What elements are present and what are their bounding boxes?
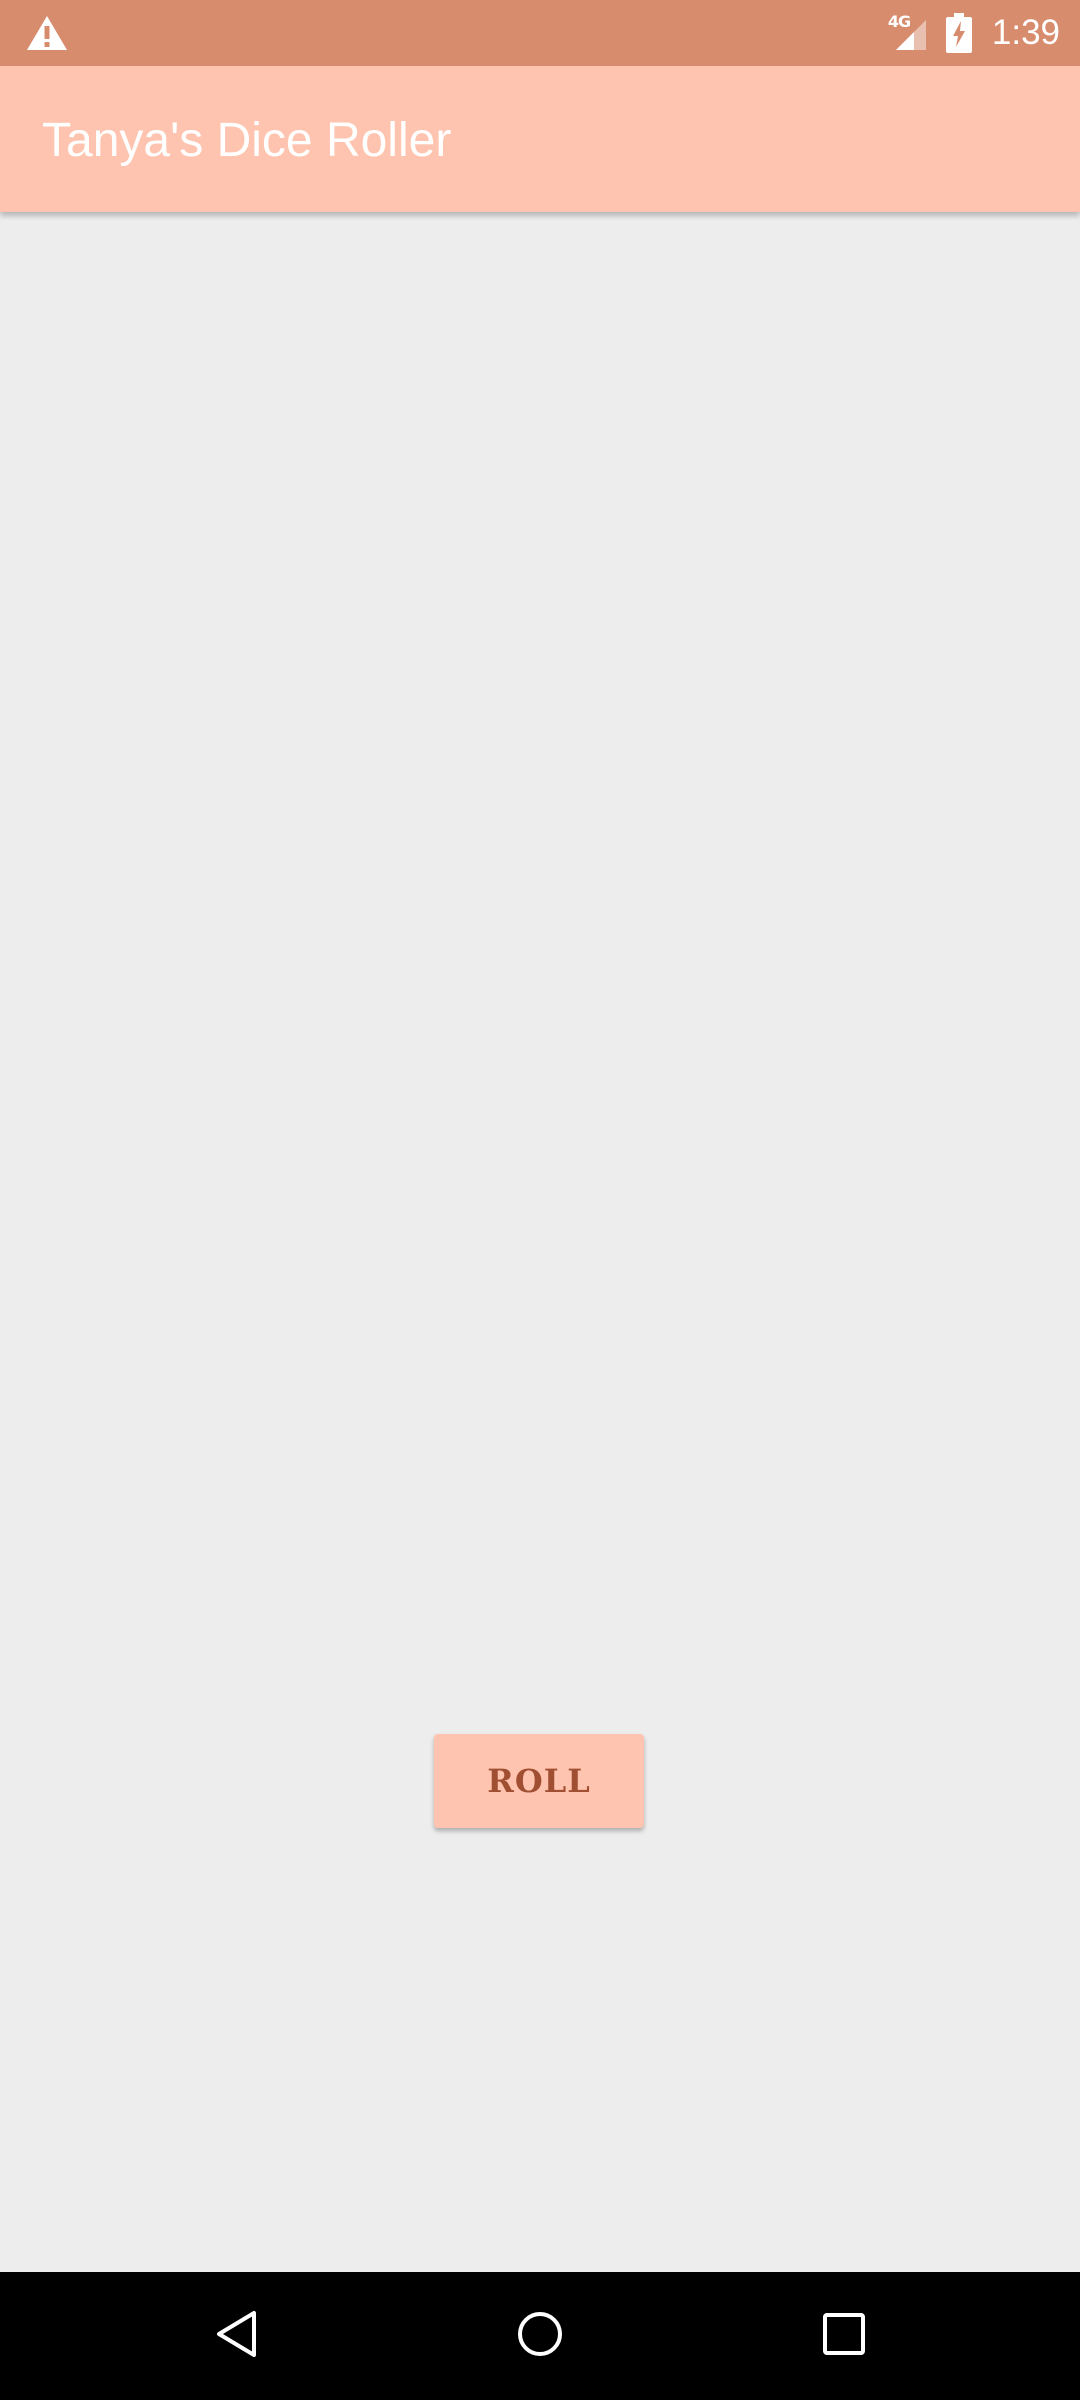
recents-square-icon xyxy=(821,2311,867,2362)
cell-signal-icon: 4G xyxy=(888,12,928,54)
status-bar: 4G 1:39 xyxy=(0,0,1080,66)
app-bar: Tanya's Dice Roller xyxy=(0,66,1080,212)
status-icons: 4G 1:39 xyxy=(888,0,1060,66)
home-button[interactable] xyxy=(460,2272,620,2400)
navigation-bar xyxy=(0,2272,1080,2400)
status-clock: 1:39 xyxy=(991,13,1060,52)
app-title: Tanya's Dice Roller xyxy=(42,114,452,167)
back-button[interactable] xyxy=(157,2272,317,2400)
home-circle-icon xyxy=(515,2309,565,2364)
back-triangle-icon xyxy=(214,2309,260,2364)
battery-charging-icon xyxy=(945,13,972,53)
app-screen: 4G 1:39 Tanya's Dice Roller ROLL xyxy=(0,0,1080,2400)
main-content: ROLL xyxy=(0,212,1080,2272)
roll-button[interactable]: ROLL xyxy=(434,1734,644,1828)
warning-icon xyxy=(26,15,68,51)
recents-button[interactable] xyxy=(764,2272,924,2400)
